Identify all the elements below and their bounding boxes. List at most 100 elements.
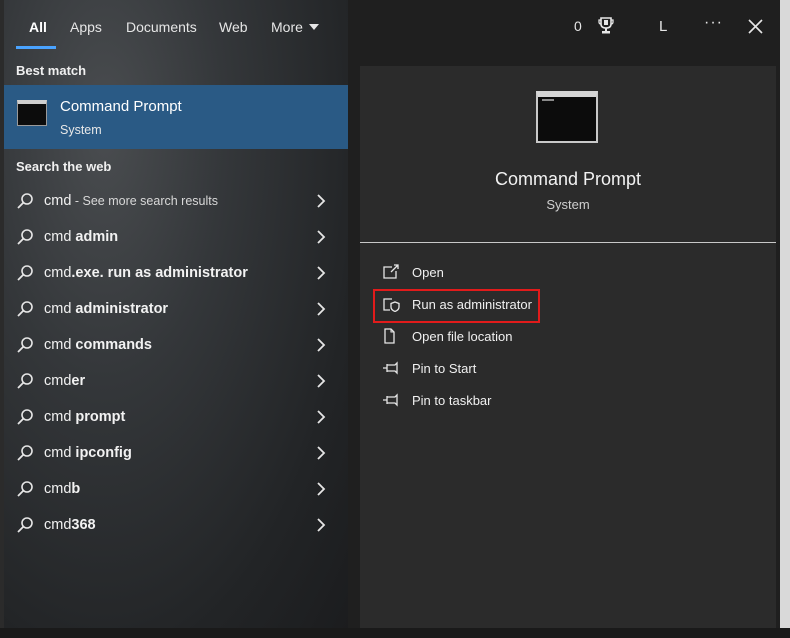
- tab-more[interactable]: More: [271, 19, 319, 35]
- best-match-heading: Best match: [16, 63, 87, 78]
- detail-subtitle: System: [546, 197, 590, 212]
- chevron-right-icon[interactable]: [316, 373, 326, 389]
- close-icon[interactable]: [748, 19, 763, 34]
- search-icon: [17, 481, 33, 497]
- action-open[interactable]: Open: [380, 259, 680, 285]
- trophy-icon[interactable]: [598, 17, 614, 35]
- tab-web[interactable]: Web: [219, 19, 248, 35]
- web-result-bold: prompt: [75, 409, 126, 425]
- action-pin-to-start[interactable]: Pin to Start: [380, 355, 680, 381]
- action-pin-to-taskbar[interactable]: Pin to taskbar: [380, 387, 680, 413]
- tab-all[interactable]: All: [29, 19, 47, 35]
- web-result-row[interactable]: cmd commands: [4, 327, 348, 363]
- chevron-right-icon[interactable]: [316, 445, 326, 461]
- web-result-bold: 368: [71, 517, 96, 533]
- web-result-prefix: cmd: [44, 373, 72, 389]
- pin-icon: [383, 393, 398, 407]
- web-result-prefix: cmd: [44, 517, 72, 533]
- annotation-highlight-box: [373, 289, 540, 323]
- web-result-bold: ipconfig: [75, 445, 132, 461]
- web-result-text: cmd administrator: [44, 301, 168, 317]
- web-result-text: cmd admin: [44, 229, 118, 245]
- web-result-suffix: - See more search results: [71, 194, 218, 208]
- web-result-row[interactable]: cmd - See more search results: [4, 183, 348, 219]
- command-prompt-app-icon: [17, 100, 47, 126]
- web-result-bold: administrator: [75, 301, 169, 317]
- web-result-bold: er: [71, 373, 86, 389]
- web-result-text: cmd commands: [44, 337, 152, 353]
- search-web-heading: Search the web: [16, 159, 112, 174]
- tab-more-label: More: [271, 19, 303, 35]
- web-result-row[interactable]: cmd368: [4, 507, 348, 543]
- web-result-bold: .exe. run as administrator: [71, 265, 248, 281]
- search-icon: [17, 301, 33, 317]
- web-result-prefix: cmd: [44, 445, 76, 461]
- web-result-text: cmd - See more search results: [44, 193, 218, 209]
- web-result-text: cmd368: [44, 517, 96, 533]
- best-match-title: Command Prompt: [60, 98, 182, 115]
- open-icon: [383, 264, 399, 279]
- tab-apps[interactable]: Apps: [70, 19, 102, 35]
- web-result-prefix: cmd: [44, 481, 72, 497]
- search-icon: [17, 193, 33, 209]
- web-result-text: cmd ipconfig: [44, 445, 132, 461]
- search-icon: [17, 229, 33, 245]
- chevron-right-icon[interactable]: [316, 481, 326, 497]
- best-match-subtitle: System: [60, 123, 102, 137]
- action-open-file-location-label: Open file location: [412, 329, 513, 344]
- web-result-bold: b: [71, 481, 81, 497]
- bottom-edge: [0, 628, 790, 638]
- web-result-text: cmdb: [44, 481, 80, 497]
- web-result-row[interactable]: cmd administrator: [4, 291, 348, 327]
- search-icon: [17, 373, 33, 389]
- chevron-down-icon: [308, 24, 319, 30]
- command-prompt-large-icon: [536, 91, 598, 143]
- detail-divider: [360, 242, 776, 243]
- web-result-row[interactable]: cmd admin: [4, 219, 348, 255]
- chevron-right-icon[interactable]: [316, 229, 326, 245]
- file-location-icon: [384, 328, 395, 344]
- web-result-text: cmder: [44, 373, 85, 389]
- action-pin-to-taskbar-label: Pin to taskbar: [412, 393, 492, 408]
- detail-title: Command Prompt: [494, 169, 642, 189]
- search-icon: [17, 265, 33, 281]
- search-icon: [17, 517, 33, 533]
- background-strip: [780, 0, 790, 638]
- web-result-row[interactable]: cmd ipconfig: [4, 435, 348, 471]
- action-open-file-location[interactable]: Open file location: [380, 323, 680, 349]
- detail-panel: Command Prompt System Open Run as admini…: [360, 66, 776, 628]
- account-avatar[interactable]: L: [659, 18, 667, 35]
- web-result-bold: admin: [75, 229, 119, 245]
- web-result-row[interactable]: cmd.exe. run as administrator: [4, 255, 348, 291]
- chevron-right-icon[interactable]: [316, 265, 326, 281]
- chevron-right-icon[interactable]: [316, 193, 326, 209]
- chevron-right-icon[interactable]: [316, 517, 326, 533]
- web-result-row[interactable]: cmder: [4, 363, 348, 399]
- web-result-row[interactable]: cmd prompt: [4, 399, 348, 435]
- web-result-text: cmd.exe. run as administrator: [44, 265, 248, 281]
- web-result-text: cmd prompt: [44, 409, 125, 425]
- web-result-prefix: cmd: [44, 337, 76, 353]
- best-match-item[interactable]: Command Prompt System: [4, 85, 348, 149]
- chevron-right-icon[interactable]: [316, 409, 326, 425]
- rewards-points: 0: [574, 18, 582, 34]
- web-result-row[interactable]: cmdb: [4, 471, 348, 507]
- search-icon: [17, 445, 33, 461]
- web-result-bold: commands: [75, 337, 152, 353]
- action-pin-to-start-label: Pin to Start: [412, 361, 477, 376]
- tab-documents[interactable]: Documents: [126, 19, 197, 35]
- web-result-prefix: cmd: [44, 229, 76, 245]
- action-open-label: Open: [412, 265, 444, 280]
- chevron-right-icon[interactable]: [316, 301, 326, 317]
- chevron-right-icon[interactable]: [316, 337, 326, 353]
- search-topbar: All Apps Documents Web More 0 L ···: [0, 0, 780, 56]
- web-result-prefix: cmd: [44, 301, 76, 317]
- pin-icon: [383, 361, 398, 375]
- search-icon: [17, 409, 33, 425]
- active-tab-indicator: [16, 46, 56, 49]
- more-options-button[interactable]: ···: [704, 14, 723, 32]
- web-result-prefix: cmd: [44, 409, 76, 425]
- search-icon: [17, 337, 33, 353]
- web-result-prefix: cmd: [44, 193, 72, 209]
- web-result-prefix: cmd: [44, 265, 72, 281]
